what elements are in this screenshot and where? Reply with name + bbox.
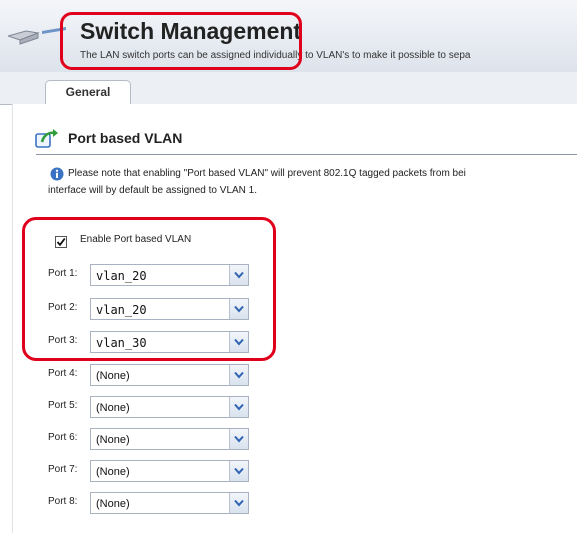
- title-highlight-box: [60, 12, 302, 70]
- port-6-select[interactable]: (None): [90, 428, 249, 450]
- port-7-value: (None): [96, 466, 130, 478]
- section-divider: [36, 154, 577, 155]
- port-6-label: Port 6:: [48, 432, 78, 443]
- port-6-value: (None): [96, 434, 130, 446]
- switch-icon: [6, 26, 68, 51]
- port-5-value: (None): [96, 402, 130, 414]
- note-text-continued: interface will by default be assigned to…: [48, 185, 258, 196]
- port-8-label: Port 8:: [48, 496, 78, 507]
- port-3-select[interactable]: vlan_30: [90, 331, 249, 353]
- chevron-down-icon[interactable]: [229, 429, 248, 449]
- tab-bar: General: [0, 72, 577, 105]
- port-5-label: Port 5:: [48, 400, 78, 411]
- checkmark-icon: [56, 237, 66, 247]
- port-5-select[interactable]: (None): [90, 396, 249, 418]
- chevron-down-icon[interactable]: [229, 265, 248, 285]
- port-8-select[interactable]: (None): [90, 492, 249, 514]
- port-4-label: Port 4:: [48, 368, 78, 379]
- enable-port-vlan-checkbox[interactable]: [55, 236, 67, 248]
- port-1-label: Port 1:: [48, 268, 78, 279]
- port-4-value: (None): [96, 370, 130, 382]
- section-title: Port based VLAN: [68, 130, 183, 146]
- tab-general[interactable]: General: [45, 80, 131, 104]
- port-2-value: vlan_20: [96, 303, 147, 317]
- port-3-value: vlan_30: [96, 336, 147, 350]
- port-2-label: Port 2:: [48, 302, 78, 313]
- port-1-select[interactable]: vlan_20: [90, 264, 249, 286]
- chevron-down-icon[interactable]: [229, 365, 248, 385]
- chevron-down-icon[interactable]: [229, 397, 248, 417]
- port-1-value: vlan_20: [96, 269, 147, 283]
- chevron-down-icon[interactable]: [229, 493, 248, 513]
- port-7-label: Port 7:: [48, 464, 78, 475]
- chevron-down-icon[interactable]: [229, 461, 248, 481]
- port-2-select[interactable]: vlan_20: [90, 298, 249, 320]
- port-7-select[interactable]: (None): [90, 460, 249, 482]
- vlan-icon: [34, 128, 60, 155]
- port-3-label: Port 3:: [48, 335, 78, 346]
- enable-port-vlan-label: Enable Port based VLAN: [80, 234, 192, 245]
- port-8-value: (None): [96, 498, 130, 510]
- note-text: Please note that enabling "Port based VL…: [68, 168, 466, 179]
- chevron-down-icon[interactable]: [229, 299, 248, 319]
- chevron-down-icon[interactable]: [229, 332, 248, 352]
- port-4-select[interactable]: (None): [90, 364, 249, 386]
- info-icon: [50, 167, 64, 186]
